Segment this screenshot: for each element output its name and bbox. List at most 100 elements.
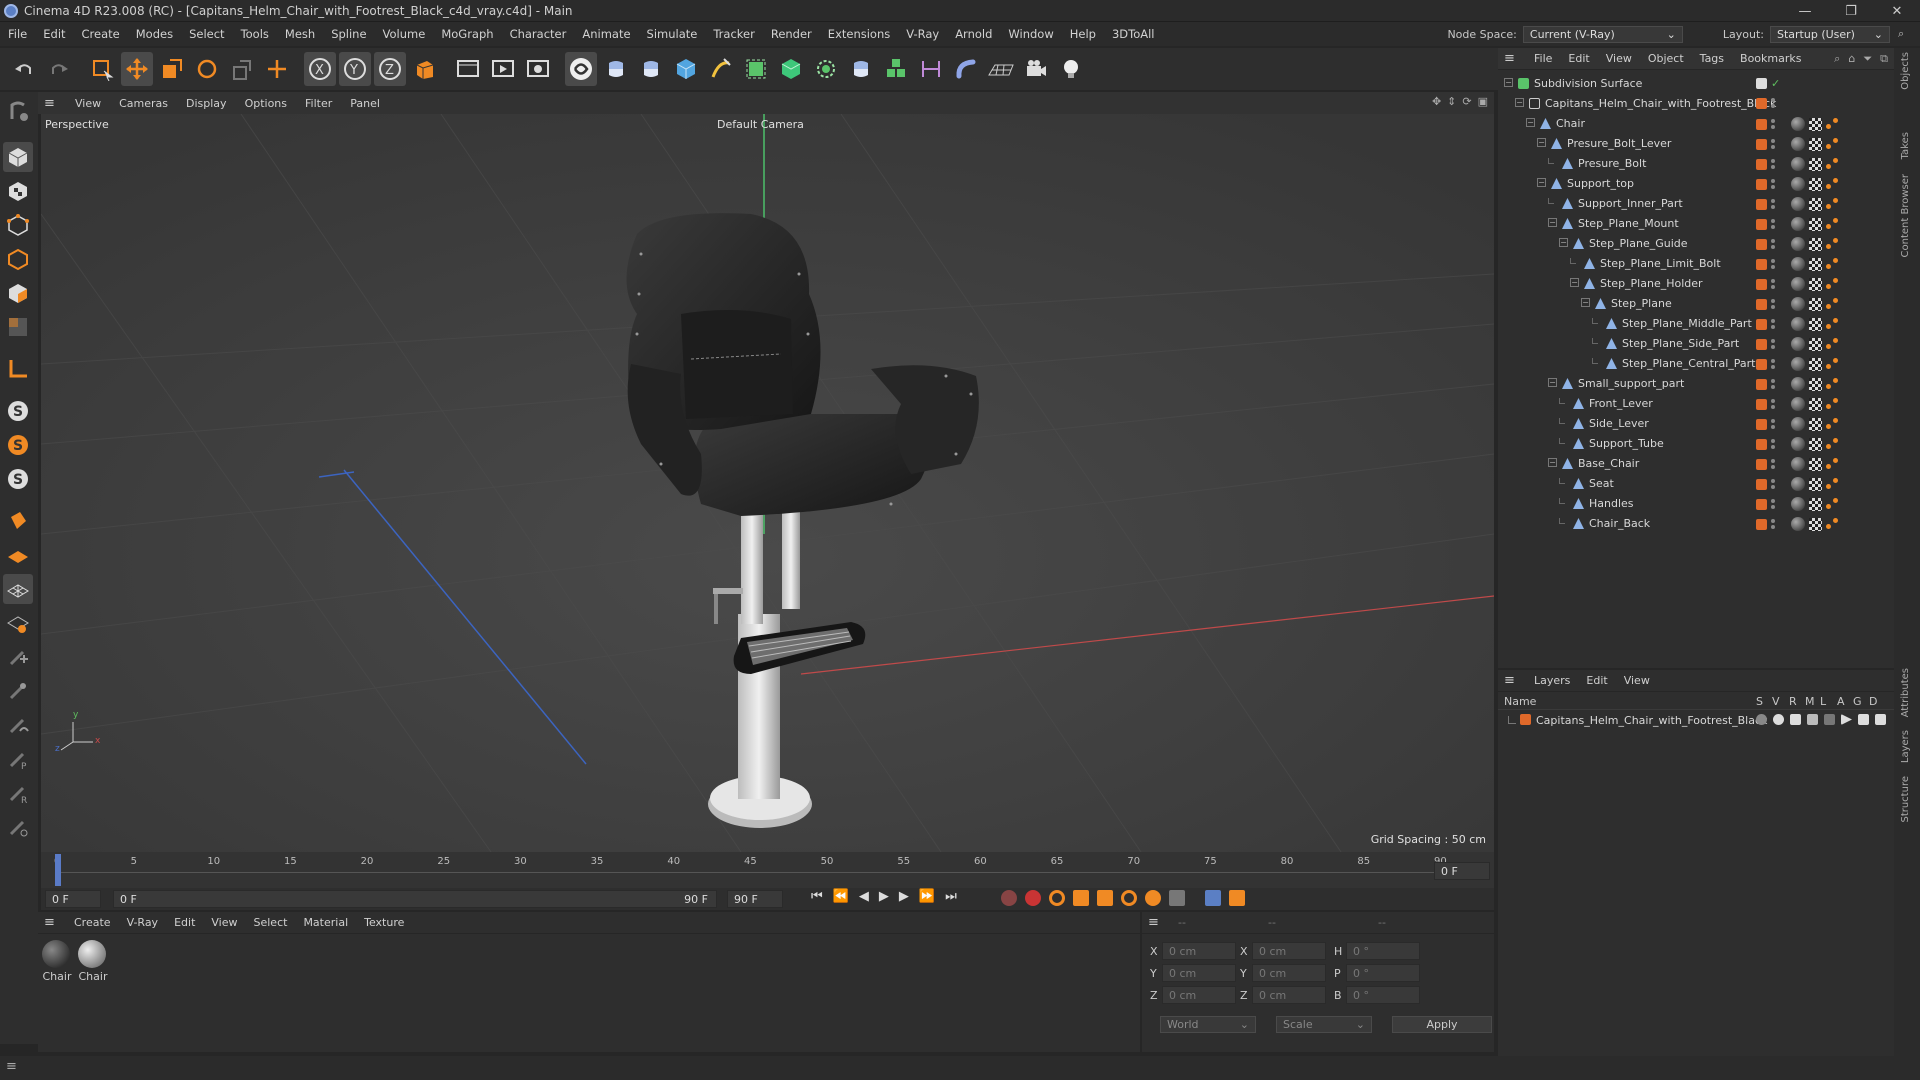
objects-menu-edit[interactable]: Edit: [1560, 52, 1597, 65]
texture-tag-icon[interactable]: [1826, 158, 1840, 170]
visibility-dots-icon[interactable]: [1771, 338, 1775, 350]
material-swatch[interactable]: Chair: [42, 940, 72, 983]
cube-primitive-icon[interactable]: [670, 52, 702, 86]
visibility-dots-icon[interactable]: [1771, 298, 1775, 310]
layer-color-swatch[interactable]: [1520, 714, 1531, 725]
next-key-icon[interactable]: ⏩: [919, 889, 935, 904]
layer-color-swatch[interactable]: [1756, 258, 1767, 270]
lock-icon[interactable]: [1824, 714, 1835, 725]
uvw-tag-icon[interactable]: [1809, 417, 1822, 431]
menu-arnold[interactable]: Arnold: [947, 27, 1000, 41]
position-field[interactable]: 0 cm: [1162, 964, 1236, 982]
objects-menu-object[interactable]: Object: [1640, 52, 1692, 65]
visibility-dots-icon[interactable]: [1771, 218, 1775, 230]
x-axis-lock-icon[interactable]: X: [304, 52, 336, 86]
viewport-menu-view[interactable]: View: [66, 97, 110, 110]
visibility-dots-icon[interactable]: [1771, 518, 1775, 530]
render-settings-icon[interactable]: [522, 52, 554, 86]
subdivision-surface-icon[interactable]: [740, 52, 772, 86]
render-icon[interactable]: [1790, 714, 1801, 725]
python-script-icon[interactable]: [600, 52, 632, 86]
sculpt-brush-icon[interactable]: [3, 642, 33, 672]
material-tag-icon[interactable]: [1791, 477, 1805, 491]
extrude-icon[interactable]: [775, 52, 807, 86]
pen-spline-icon[interactable]: [705, 52, 737, 86]
uvw-tag-icon[interactable]: [1809, 437, 1822, 451]
texture-tag-icon[interactable]: [1826, 318, 1840, 330]
timeline-window-icon[interactable]: [1229, 890, 1245, 906]
texture-tag-icon[interactable]: [1826, 298, 1840, 310]
object-row[interactable]: Support_Tube: [1498, 434, 1894, 454]
layer-color-swatch[interactable]: [1756, 518, 1767, 530]
layers-menu-view[interactable]: View: [1616, 674, 1658, 687]
visibility-dots-icon[interactable]: [1771, 358, 1775, 370]
snap-s-1-icon[interactable]: S: [3, 396, 33, 426]
object-row[interactable]: − Step_Plane_Guide: [1498, 234, 1894, 254]
polygons-mode-icon[interactable]: [3, 278, 33, 308]
coordinate-system-icon[interactable]: [409, 52, 441, 86]
object-row[interactable]: Chair_Back: [1498, 514, 1894, 534]
objects-menu-view[interactable]: View: [1598, 52, 1640, 65]
layer-color-swatch[interactable]: [1756, 418, 1767, 430]
menu-create[interactable]: Create: [74, 27, 128, 41]
expand-toggle-icon[interactable]: −: [1537, 138, 1546, 147]
hamburger-menu-icon[interactable]: ≡: [6, 1059, 17, 1074]
object-row[interactable]: − Base_Chair: [1498, 454, 1894, 474]
light-object-icon[interactable]: [1055, 52, 1087, 86]
menu-animate[interactable]: Animate: [574, 27, 638, 41]
node-space-dropdown[interactable]: Current (V-Ray) ⌄: [1522, 25, 1683, 43]
material-tag-icon[interactable]: [1791, 377, 1805, 391]
layer-color-swatch[interactable]: [1756, 178, 1767, 190]
menu-3dtoall[interactable]: 3DToAll: [1104, 27, 1163, 41]
expand-toggle-icon[interactable]: −: [1548, 458, 1557, 467]
tab-layers[interactable]: Layers: [1900, 730, 1911, 763]
vray-logo-icon[interactable]: [565, 52, 597, 86]
material-tag-icon[interactable]: [1791, 217, 1805, 231]
material-tag-icon[interactable]: [1791, 237, 1805, 251]
go-to-end-icon[interactable]: ⏭: [945, 889, 957, 904]
hamburger-menu-icon[interactable]: ≡: [1148, 915, 1164, 930]
uv-mode-icon[interactable]: [3, 312, 33, 342]
objects-menu-bookmarks[interactable]: Bookmarks: [1732, 52, 1809, 65]
position-field[interactable]: 0 cm: [1162, 942, 1236, 960]
visibility-dots-icon[interactable]: [1771, 438, 1775, 450]
camera-object-icon[interactable]: [1020, 52, 1052, 86]
layer-color-swatch[interactable]: [1756, 338, 1767, 350]
menu-extensions[interactable]: Extensions: [820, 27, 898, 41]
layers-menu-edit[interactable]: Edit: [1578, 674, 1615, 687]
layer-color-swatch[interactable]: [1756, 278, 1767, 290]
menu-edit[interactable]: Edit: [35, 27, 73, 41]
texture-tag-icon[interactable]: [1826, 118, 1840, 130]
go-to-start-icon[interactable]: ⏮: [811, 889, 823, 904]
object-row[interactable]: Step_Plane_Limit_Bolt: [1498, 254, 1894, 274]
layer-color-swatch[interactable]: [1756, 498, 1767, 510]
expand-toggle-icon[interactable]: −: [1570, 278, 1579, 287]
material-tag-icon[interactable]: [1791, 457, 1805, 471]
python-tag-icon[interactable]: [845, 52, 877, 86]
playhead[interactable]: [55, 854, 61, 886]
generator-icon[interactable]: [1858, 714, 1869, 725]
material-menu-texture[interactable]: Texture: [356, 916, 412, 929]
menu-character[interactable]: Character: [502, 27, 575, 41]
record-icon[interactable]: [1001, 890, 1017, 906]
grid-plane-icon[interactable]: [3, 574, 33, 604]
hamburger-menu-icon[interactable]: ≡: [1504, 51, 1520, 66]
material-tag-icon[interactable]: [1791, 277, 1805, 291]
uvw-tag-icon[interactable]: [1809, 177, 1822, 191]
material-tag-icon[interactable]: [1791, 177, 1805, 191]
rotation-field[interactable]: 0 °: [1346, 964, 1420, 982]
current-frame-field[interactable]: 0 F: [1434, 862, 1490, 880]
expand-toggle-icon[interactable]: −: [1548, 378, 1557, 387]
workplane-icon[interactable]: [3, 540, 33, 570]
edges-mode-icon[interactable]: [3, 244, 33, 274]
uvw-tag-icon[interactable]: [1809, 157, 1822, 171]
model-mode-icon[interactable]: [3, 142, 33, 172]
visibility-dots-icon[interactable]: [1771, 478, 1775, 490]
3d-viewport[interactable]: Perspective Default Camera y x z Grid Sp…: [41, 114, 1494, 852]
viewport-menu-cameras[interactable]: Cameras: [110, 97, 177, 110]
add-object-icon[interactable]: [261, 52, 293, 86]
visibility-dots-icon[interactable]: [1771, 378, 1775, 390]
undo-button[interactable]: [8, 52, 40, 86]
visibility-dots-icon[interactable]: [1771, 278, 1775, 290]
texture-tag-icon[interactable]: [1826, 238, 1840, 250]
